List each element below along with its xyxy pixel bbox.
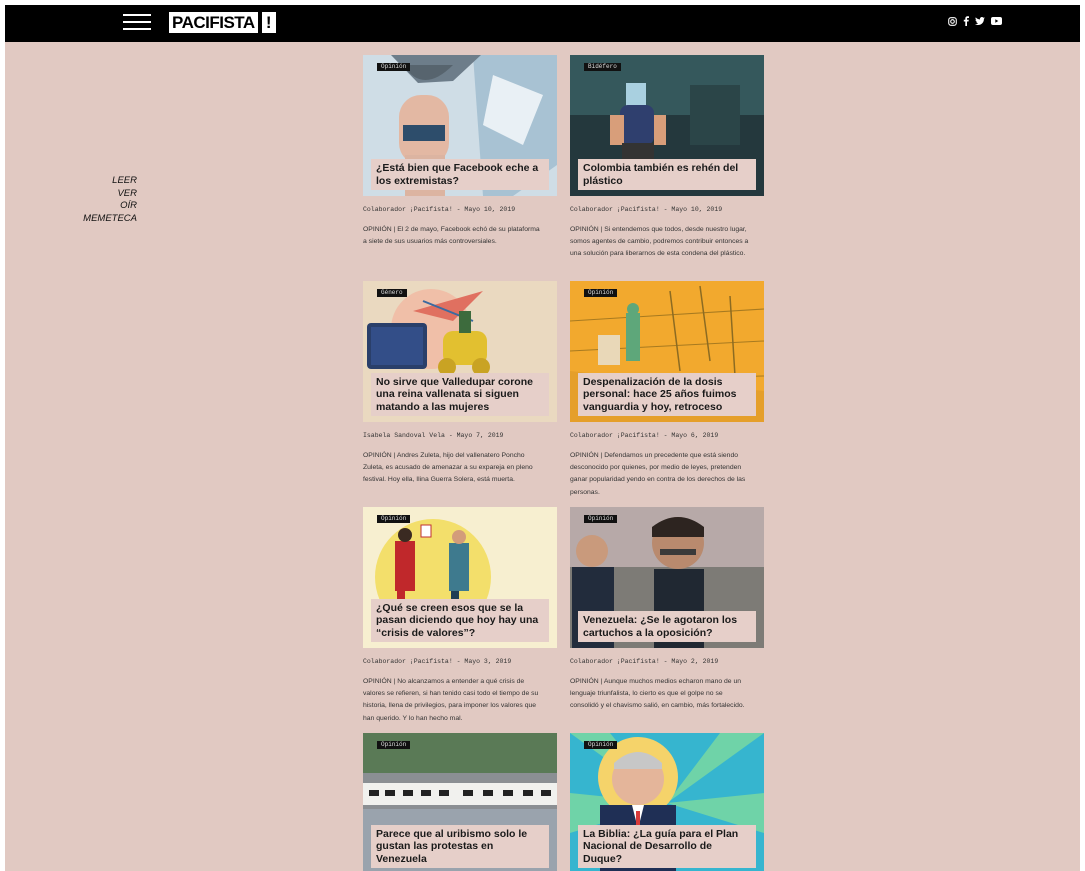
category-badge: Opinión	[377, 63, 411, 71]
article-card: Opinión Parece que al uribismo solo le g…	[363, 733, 557, 871]
category-badge: Género	[377, 289, 407, 297]
article-title[interactable]: Colombia también es rehén del plástico	[578, 159, 756, 190]
social-links	[948, 16, 1002, 26]
category-badge: Opinión	[377, 515, 411, 523]
category-badge: Opinión	[584, 741, 618, 749]
page-frame: PACIFISTA ! LEER VER OÍR MEMETECA Opinió…	[5, 5, 1080, 871]
article-meta: Isabela Sandoval Vela - Mayo 7, 2019	[363, 432, 504, 439]
article-meta: Colaborador ¡Pacifista! - Mayo 2, 2019	[570, 658, 719, 665]
article-card: Opinión Venezuela: ¿Se le agotaron los c…	[570, 507, 764, 713]
logo-word: PACIFISTA	[169, 12, 258, 33]
article-thumbnail[interactable]: Género No sirve que Valledupar corone un…	[363, 281, 557, 422]
article-card: Bidéfero Colombia también es rehén del p…	[570, 55, 764, 261]
article-thumbnail[interactable]: Opinión Venezuela: ¿Se le agotaron los c…	[570, 507, 764, 648]
nav-oir-link[interactable]: OÍR	[83, 200, 137, 213]
instagram-icon[interactable]	[948, 16, 957, 26]
article-title[interactable]: Parece que al uribismo solo le gustan la…	[371, 824, 549, 868]
article-card: Opinión ¿Está bien que Facebook eche a l…	[363, 55, 557, 248]
article-thumbnail[interactable]: Opinión Despenalización de la dosis pers…	[570, 281, 764, 422]
twitter-icon[interactable]	[975, 16, 985, 26]
youtube-icon[interactable]	[991, 17, 1002, 25]
article-title[interactable]: La Biblia: ¿La guía para el Plan Naciona…	[578, 824, 756, 868]
article-excerpt: OPINIÓN | Si entendemos que todos, desde…	[570, 226, 749, 258]
nav-ver-link[interactable]: VER	[83, 188, 137, 201]
article-card: Opinión La Biblia: ¿La guía para el Plan…	[570, 733, 764, 871]
article-title[interactable]: Despenalización de la dosis personal: ha…	[578, 372, 756, 416]
site-logo[interactable]: PACIFISTA !	[169, 12, 276, 33]
article-excerpt: OPINIÓN | Andres Zuleta, hijo del vallen…	[363, 452, 533, 484]
article-meta: Colaborador ¡Pacifista! - Mayo 6, 2019	[570, 432, 719, 439]
article-meta: Colaborador ¡Pacifista! - Mayo 10, 2019	[570, 206, 723, 213]
category-badge: Opinión	[584, 289, 618, 297]
article-thumbnail[interactable]: Opinión Parece que al uribismo solo le g…	[363, 733, 557, 871]
article-title[interactable]: No sirve que Valledupar corone una reina…	[371, 372, 549, 416]
article-thumbnail[interactable]: Opinión La Biblia: ¿La guía para el Plan…	[570, 733, 764, 871]
article-card: Género No sirve que Valledupar corone un…	[363, 281, 557, 487]
category-badge: Opinión	[584, 515, 618, 523]
article-meta: Colaborador ¡Pacifista! - Mayo 10, 2019	[363, 206, 516, 213]
top-navbar: PACIFISTA !	[5, 5, 1080, 42]
facebook-icon[interactable]	[963, 16, 969, 26]
article-excerpt: OPINIÓN | Defendamos un precedente que e…	[570, 452, 746, 496]
article-excerpt: OPINIÓN | Aunque muchos medios echaron m…	[570, 678, 745, 710]
article-thumbnail[interactable]: Opinión ¿Qué se creen esos que se la pas…	[363, 507, 557, 648]
article-card: Opinión ¿Qué se creen esos que se la pas…	[363, 507, 557, 725]
article-meta: Colaborador ¡Pacifista! - Mayo 3, 2019	[363, 658, 512, 665]
nav-leer-link[interactable]: LEER	[83, 175, 137, 188]
nav-memeteca-link[interactable]: MEMETECA	[83, 213, 137, 226]
category-badge: Opinión	[377, 741, 411, 749]
category-badge: Bidéfero	[584, 63, 621, 71]
logo-mark: !	[261, 12, 276, 33]
article-card: Opinión Despenalización de la dosis pers…	[570, 281, 764, 499]
article-title[interactable]: ¿Qué se creen esos que se la pasan dicie…	[371, 598, 549, 642]
hamburger-menu-icon[interactable]	[123, 14, 151, 32]
article-thumbnail[interactable]: Opinión ¿Está bien que Facebook eche a l…	[363, 55, 557, 196]
article-excerpt: OPINIÓN | No alcanzamos a entender a qué…	[363, 678, 539, 722]
article-title[interactable]: Venezuela: ¿Se le agotaron los cartuchos…	[578, 611, 756, 642]
article-title[interactable]: ¿Está bien que Facebook eche a los extre…	[371, 159, 549, 190]
section-nav: LEER VER OÍR MEMETECA	[83, 175, 137, 225]
article-excerpt: OPINIÓN | El 2 de mayo, Facebook echó de…	[363, 226, 540, 246]
article-thumbnail[interactable]: Bidéfero Colombia también es rehén del p…	[570, 55, 764, 196]
